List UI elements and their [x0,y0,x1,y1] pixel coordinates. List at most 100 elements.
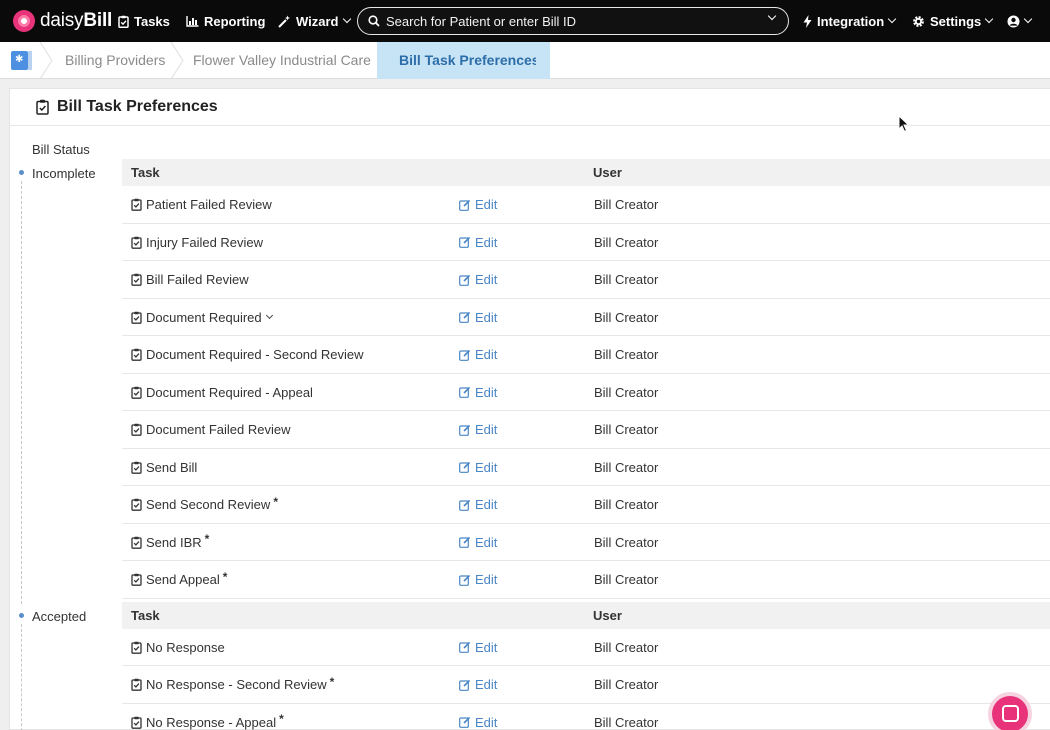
task-cell: Patient Failed Review [131,197,272,212]
edit-link[interactable]: Edit [459,497,497,512]
user-cell: Bill Creator [594,459,659,475]
search-dropdown-chevron-icon[interactable] [767,11,777,21]
edit-link[interactable]: Edit [459,347,497,362]
task-name: Document Required - Second Review [146,347,364,362]
bill-status-name: Accepted [32,608,87,624]
bolt-icon [803,14,812,28]
task-cell: Send Bill [131,460,197,475]
edit-link[interactable]: Edit [459,715,497,730]
breadcrumb-separator [170,42,184,79]
task-cell: Injury Failed Review [131,235,263,250]
search-input[interactable] [386,13,756,29]
edit-icon [459,199,471,211]
user-cell: Bill Creator [594,714,659,730]
gear-icon [913,15,924,27]
chat-launcher-button[interactable] [988,692,1032,730]
edit-link[interactable]: Edit [459,310,497,325]
edit-link[interactable]: Edit [459,535,497,550]
chevron-down-icon [1023,14,1033,24]
nav-integration[interactable]: Integration [803,0,897,42]
task-cell: Document Failed Review [131,422,291,437]
user-cell: Bill Creator [594,677,659,692]
task-cell: Bill Failed Review [131,272,249,287]
task-name: Send Appeal [146,572,220,587]
user-cell: Bill Creator [594,384,659,400]
table-row: Document Failed Review Edit Bill Creator [122,411,1050,449]
table-row: No Response Edit Bill Creator [122,629,1050,666]
edit-link[interactable]: Edit [459,272,497,287]
edit-label: Edit [475,714,498,730]
chevron-down-icon [985,14,994,24]
clipboard-check-icon [131,716,142,729]
bill-status-label: Bill Status [32,142,90,157]
logo-text-bill: Bill [83,10,113,31]
user-cell: Bill Creator [594,197,659,212]
edit-label: Edit [475,422,498,437]
edit-link[interactable]: Edit [459,197,497,212]
edit-label: Edit [475,384,498,400]
asterisk-marker: * [222,569,228,584]
task-name: No Response - Appeal [146,714,277,730]
table-header: Task User [122,159,1050,186]
logo[interactable]: daisyBill [13,0,112,42]
edit-link[interactable]: Edit [459,572,497,587]
user-cell: Bill Creator [594,234,659,250]
provider-home-icon[interactable]: ✱ [11,51,32,70]
edit-icon [459,274,471,286]
edit-label: Edit [475,639,498,655]
column-header-task: Task [131,165,160,180]
task-cell: Send IBR * [131,532,210,550]
nav-tasks-label: Tasks [134,13,170,29]
user-cell: Bill Creator [594,639,659,655]
edit-link[interactable]: Edit [459,677,497,692]
user-cell: Bill Creator [594,534,659,550]
asterisk-marker: * [204,532,210,546]
task-name: Send Second Review [146,497,271,512]
panel-header: Bill Task Preferences [10,89,1050,126]
edit-link[interactable]: Edit [459,640,497,655]
table-row: No Response - Second Review * Edit Bill Cre… [122,666,1050,704]
search-box[interactable] [357,7,789,35]
task-cell: Document Required - Appeal [131,385,313,400]
nav-settings[interactable]: Settings [912,0,994,42]
status-bullet [19,612,24,618]
edit-link[interactable]: Edit [459,422,497,437]
breadcrumb: ✱ Billing Providers Flower Valley Indust… [0,42,1050,79]
nav-user-menu[interactable] [1007,0,1033,42]
breadcrumb-billing-providers[interactable]: Billing Providers [65,42,165,79]
clipboard-check-icon [131,423,142,436]
clipboard-check-icon [131,311,142,324]
edit-label: Edit [475,272,498,287]
task-cell: No Response - Appeal * [131,712,284,730]
table-row: No Response - Appeal * Edit Bill Creator [122,704,1050,730]
task-cell: Send Appeal * [131,569,228,587]
logo-text-daisy: daisy [40,10,84,31]
bar-chart-icon [186,15,199,27]
task-cell: No Response - Second Review * [131,675,334,692]
user-cell: Bill Creator [594,309,659,325]
bill-task-preferences-panel: Bill Task Preferences Bill Status Incomp… [9,88,1050,730]
table-row: Send Appeal * Edit Bill Creator [122,561,1050,599]
table-row: Document Required - Appeal Edit Bill Creat… [122,374,1050,411]
column-header-task: Task [131,607,160,623]
edit-link[interactable]: Edit [459,460,497,475]
edit-label: Edit [475,347,498,362]
edit-icon [459,679,471,691]
chevron-down-icon[interactable] [265,311,273,319]
nav-wizard[interactable]: Wizard [278,0,351,42]
top-navbar: daisyBill Tasks Reporting Wizard Integra… [0,0,1050,42]
user-cell: Bill Creator [594,272,659,287]
breadcrumb-flower-valley[interactable]: Flower Valley Industrial Care [193,42,371,79]
clipboard-check-icon [36,99,49,115]
table-row: Bill Failed Review Edit Bill Creator [122,261,1050,299]
edit-icon [459,424,471,436]
edit-label: Edit [475,309,498,325]
nav-integration-label: Integration [817,13,885,29]
nav-reporting[interactable]: Reporting [186,0,265,42]
edit-link[interactable]: Edit [459,385,497,400]
clipboard-check-icon [118,15,129,28]
edit-icon [459,461,471,473]
task-name: Patient Failed Review [146,197,272,212]
edit-link[interactable]: Edit [459,235,497,250]
nav-tasks[interactable]: Tasks [118,0,170,42]
